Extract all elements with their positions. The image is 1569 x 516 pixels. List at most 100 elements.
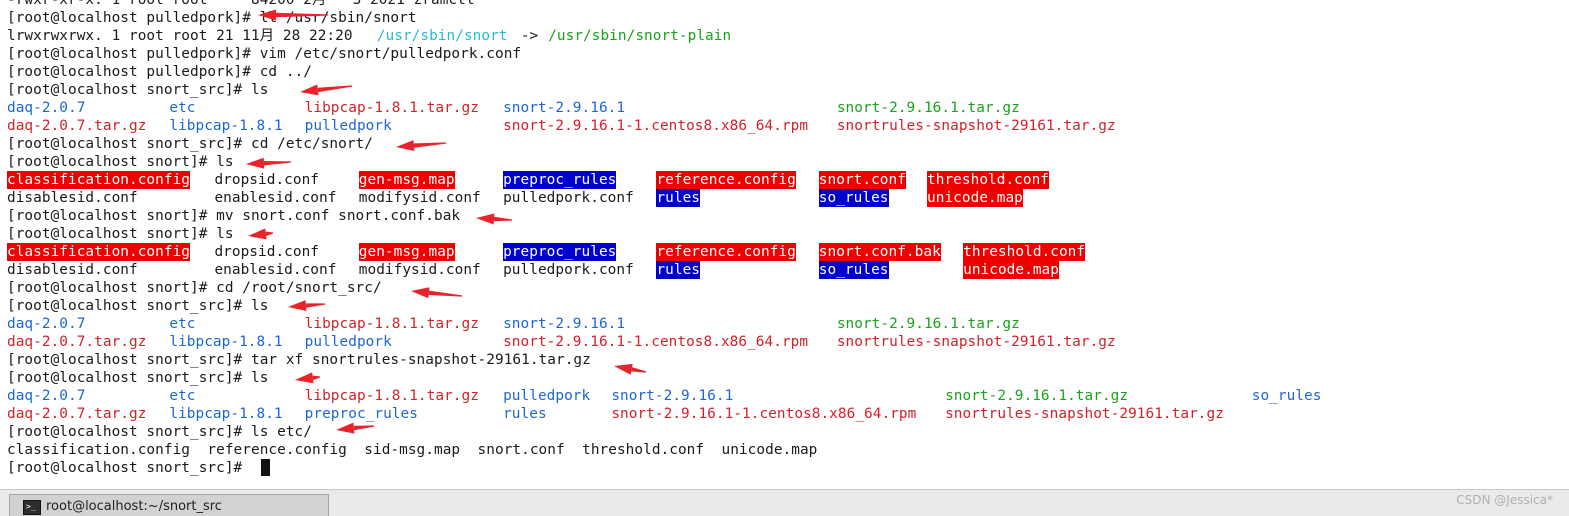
terminal-line: [root@localhost snort_src]# ls	[7, 297, 1567, 315]
terminal-line: [root@localhost snort_src]# ls etc/	[7, 423, 1567, 441]
terminal-text: [root@localhost snort_src]# ls	[7, 82, 269, 98]
terminal-line: daq-2.0.7.tar.gz libpcap-1.8.1 pulledpork s…	[7, 117, 1567, 135]
terminal-text: preproc_rules	[503, 243, 617, 261]
terminal-text: pulledpork.conf	[503, 262, 634, 278]
terminal-text: gen-msg.map	[358, 171, 455, 189]
terminal-text: snort.conf	[818, 171, 906, 189]
terminal-text: modifysid.conf	[358, 190, 481, 206]
terminal-text: dropsid.conf	[214, 172, 320, 188]
terminal-line: [root@localhost snort]# mv snort.conf sn…	[7, 207, 1567, 225]
terminal-text: preproc_rules	[304, 406, 418, 422]
terminal-text: etc	[169, 388, 196, 404]
terminal-text: unicode.map	[963, 261, 1059, 279]
terminal-text: pulledpork.conf	[503, 190, 634, 206]
terminal-text: etc	[169, 100, 196, 116]
terminal-text: rules	[656, 261, 701, 279]
terminal-text: disablesid.conf	[7, 190, 138, 206]
terminal-text: daq-2.0.7.tar.gz	[7, 118, 147, 134]
terminal-text: [root@localhost pulledpork]# ll /usr/sbi…	[7, 10, 417, 26]
terminal-line: lrwxrwxrwx. 1 root root 21 11月 28 22:20 …	[7, 27, 1567, 45]
terminal-text: classification.config	[7, 171, 190, 189]
terminal-text: snort-2.9.16.1	[503, 100, 626, 116]
terminal-text: [root@localhost snort_src]# ls	[7, 298, 269, 314]
terminal-text: [root@localhost pulledpork]# cd ../	[7, 64, 312, 80]
terminal-text: pulledpork	[304, 118, 392, 134]
terminal-line: daq-2.0.7 etc libpcap-1.8.1.tar.gz snort-2.…	[7, 315, 1567, 333]
watermark: CSDN @Jessica*	[1456, 493, 1553, 507]
terminal-line: classification.config dropsid.conf gen-msg…	[7, 243, 1567, 261]
terminal-text: enablesid.conf	[214, 262, 337, 278]
terminal-line: daq-2.0.7.tar.gz libpcap-1.8.1 pulledpork s…	[7, 333, 1567, 351]
terminal-text: unicode.map	[927, 189, 1023, 207]
terminal-text: snort-2.9.16.1-1.centos8.x86_64.rpm	[503, 118, 809, 134]
text-cursor	[260, 459, 270, 476]
terminal-text: enablesid.conf	[214, 190, 337, 206]
terminal-text: [root@localhost snort_src]# tar xf snort…	[7, 352, 591, 368]
terminal-text: libpcap-1.8.1.tar.gz	[304, 316, 479, 332]
terminal-text: [root@localhost snort_src]# ls	[7, 370, 269, 386]
terminal-text: threshold.conf	[963, 243, 1086, 261]
terminal-text: ->	[512, 28, 547, 44]
terminal-text: dropsid.conf	[214, 244, 320, 260]
terminal-text: [root@localhost snort]# mv snort.conf sn…	[7, 208, 461, 224]
terminal-text: [root@localhost snort_src]#	[7, 460, 251, 476]
terminal-line: daq-2.0.7.tar.gz libpcap-1.8.1 preproc_rul…	[7, 405, 1567, 423]
terminal-text: lrwxrwxrwx. 1 root root 21 11月 28 22:20	[7, 28, 362, 44]
terminal-text: libpcap-1.8.1.tar.gz	[304, 100, 479, 116]
terminal-text: daq-2.0.7.tar.gz	[7, 406, 147, 422]
terminal-line: [root@localhost snort_src]# cd /etc/snor…	[7, 135, 1567, 153]
taskbar-window-label: root@localhost:~/snort_src	[46, 499, 222, 514]
terminal-text: -rwxr-xr-x. 1 root root 84200 2月 3 2021 …	[7, 0, 475, 8]
terminal-text: snort-2.9.16.1.tar.gz	[836, 316, 1020, 332]
terminal-line: disablesid.conf enablesid.conf modifysid.c…	[7, 189, 1567, 207]
terminal-line: [root@localhost snort]# ls	[7, 153, 1567, 171]
terminal-text: snort-2.9.16.1-1.centos8.x86_64.rpm	[611, 406, 917, 422]
terminal-text: disablesid.conf	[7, 262, 138, 278]
terminal-text: rules	[656, 189, 701, 207]
terminal-window[interactable]: -rwxr-xr-x. 1 root root 84200 2月 3 2021 …	[0, 0, 1569, 489]
terminal-text: so_rules	[818, 261, 889, 279]
terminal-line: [root@localhost pulledpork]# vim /etc/sn…	[7, 45, 1567, 63]
terminal-line: daq-2.0.7 etc libpcap-1.8.1.tar.gz pulledpo…	[7, 387, 1567, 405]
terminal-text: libpcap-1.8.1.tar.gz	[304, 388, 479, 404]
terminal-text: libpcap-1.8.1	[169, 118, 283, 134]
terminal-text: snortrules-snapshot-29161.tar.gz	[836, 334, 1116, 350]
terminal-text: preproc_rules	[503, 171, 617, 189]
terminal-line: [root@localhost snort]# ls	[7, 225, 1567, 243]
terminal-text: snort-2.9.16.1.tar.gz	[945, 388, 1129, 404]
taskbar: >_ root@localhost:~/snort_src CSDN @Jess…	[0, 489, 1569, 516]
terminal-line: [root@localhost snort_src]# ls	[7, 369, 1567, 387]
terminal-text: pulledpork	[304, 334, 392, 350]
terminal-text: daq-2.0.7	[7, 388, 86, 404]
terminal-text: snortrules-snapshot-29161.tar.gz	[836, 118, 1116, 134]
terminal-line: -rwxr-xr-x. 1 root root 84200 2月 3 2021 …	[7, 0, 1567, 9]
terminal-line: [root@localhost snort_src]#	[7, 459, 1567, 477]
terminal-text: libpcap-1.8.1	[169, 406, 283, 422]
terminal-text: snort-2.9.16.1	[611, 388, 734, 404]
terminal-line: [root@localhost snort]# cd /root/snort_s…	[7, 279, 1567, 297]
terminal-text: so_rules	[818, 189, 889, 207]
terminal-text: so_rules	[1251, 388, 1322, 404]
terminal-text: [root@localhost snort]# ls	[7, 154, 234, 170]
terminal-text: classification.config reference.config s…	[7, 442, 818, 458]
terminal-text: snort-2.9.16.1	[503, 316, 626, 332]
terminal-text: snort-2.9.16.1.tar.gz	[836, 100, 1020, 116]
terminal-icon: >_	[23, 500, 41, 515]
terminal-line: [root@localhost snort_src]# tar xf snort…	[7, 351, 1567, 369]
terminal-text: snortrules-snapshot-29161.tar.gz	[945, 406, 1224, 422]
terminal-text: [root@localhost pulledpork]# vim /etc/sn…	[7, 46, 522, 62]
terminal-text: reference.config	[656, 171, 796, 189]
terminal-text: gen-msg.map	[358, 243, 455, 261]
terminal-text: snort.conf.bak	[818, 243, 941, 261]
terminal-text: [root@localhost snort]# cd /root/snort_s…	[7, 280, 382, 296]
terminal-text: rules	[503, 406, 547, 422]
terminal-text: /usr/sbin/snort	[376, 28, 508, 44]
terminal-text: /usr/sbin/snort-plain	[548, 28, 732, 44]
terminal-text: daq-2.0.7	[7, 100, 86, 116]
terminal-text: modifysid.conf	[358, 262, 481, 278]
terminal-text: libpcap-1.8.1	[169, 334, 283, 350]
taskbar-window-button[interactable]: >_ root@localhost:~/snort_src	[9, 494, 329, 516]
terminal-text: daq-2.0.7	[7, 316, 86, 332]
terminal-line: [root@localhost pulledpork]# cd ../	[7, 63, 1567, 81]
terminal-line: daq-2.0.7 etc libpcap-1.8.1.tar.gz snort-2.…	[7, 99, 1567, 117]
